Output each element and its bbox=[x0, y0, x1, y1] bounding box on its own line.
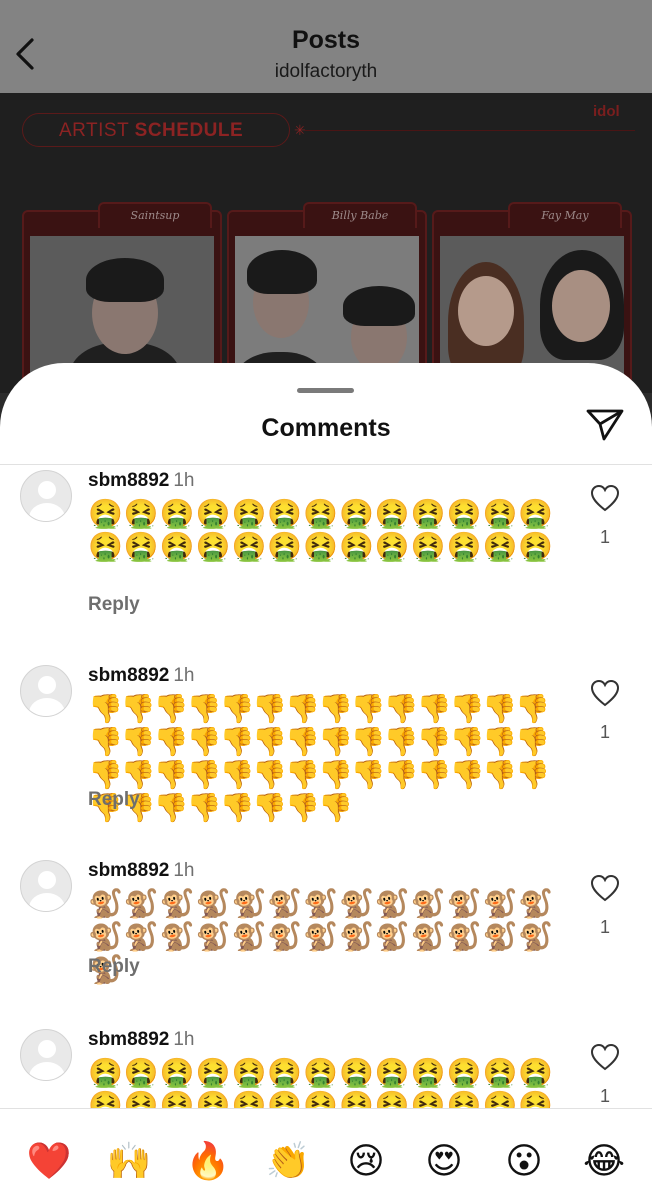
page-title: Posts bbox=[291, 26, 361, 54]
comment-text: 🤮🤮🤮🤮🤮🤮🤮🤮🤮🤮🤮🤮🤮🤮🤮🤮🤮🤮🤮🤮🤮🤮🤮🤮🤮🤮 bbox=[88, 498, 555, 562]
surprised-emoji-button[interactable]: 😮 bbox=[498, 1135, 550, 1187]
like-count: 1 bbox=[599, 527, 610, 547]
red-heart-emoji-button[interactable]: ❤️ bbox=[23, 1135, 75, 1187]
heart-outline-icon[interactable] bbox=[590, 1043, 620, 1071]
reply-button[interactable]: Reply bbox=[88, 956, 140, 978]
fire-emoji-button[interactable]: 🔥 bbox=[182, 1135, 234, 1187]
comment-time: 1h bbox=[173, 470, 195, 491]
comment-username[interactable]: sbm8892 bbox=[88, 860, 169, 881]
laughing-emoji-button[interactable]: 😂 bbox=[578, 1135, 630, 1187]
crying-emoji-button[interactable]: 😢 bbox=[340, 1135, 392, 1187]
comment-username[interactable]: sbm8892 bbox=[88, 665, 169, 686]
comment-header: sbm8892 1h bbox=[88, 470, 194, 492]
clapping-emoji-button[interactable]: 👏 bbox=[262, 1135, 314, 1187]
default-avatar-icon[interactable] bbox=[20, 1029, 72, 1081]
schedule-banner: ARTIST SCHEDULE bbox=[22, 113, 290, 147]
reply-button[interactable]: Reply bbox=[88, 594, 140, 616]
like-count: 1 bbox=[599, 722, 610, 742]
divider-line bbox=[305, 130, 635, 131]
comment-header: sbm8892 1h bbox=[88, 1029, 194, 1051]
schedule-prefix: ARTIST bbox=[59, 120, 129, 141]
schedule-bold: SCHEDULE bbox=[134, 120, 244, 141]
reaction-bar: ❤️ 🙌 🔥 👏 😢 😍 😮 😂 bbox=[0, 1108, 652, 1201]
comment-text: 👎👎👎👎👎👎👎👎👎👎👎👎👎👎👎👎👎👎👎👎👎👎👎👎👎👎👎👎👎👎👎👎👎👎👎👎👎👎👎👎… bbox=[88, 693, 550, 823]
send-icon[interactable] bbox=[584, 407, 626, 443]
divider bbox=[0, 464, 652, 465]
heart-eyes-emoji-button[interactable]: 😍 bbox=[418, 1135, 470, 1187]
default-avatar-icon[interactable] bbox=[20, 665, 72, 717]
brand-logo: idol bbox=[593, 103, 620, 120]
heart-outline-icon[interactable] bbox=[590, 874, 620, 902]
comment-time: 1h bbox=[173, 860, 195, 881]
raising-hands-emoji-button[interactable]: 🙌 bbox=[103, 1135, 155, 1187]
artist-card-name: Fay May bbox=[508, 202, 622, 228]
default-avatar-icon[interactable] bbox=[20, 470, 72, 522]
like-count: 1 bbox=[599, 917, 610, 937]
like-count: 1 bbox=[599, 1086, 610, 1106]
comments-sheet: Comments sbm8892 1h 🤮🤮🤮🤮🤮🤮🤮🤮🤮🤮🤮🤮🤮🤮🤮🤮🤮🤮🤮🤮🤮… bbox=[0, 363, 652, 1200]
heart-outline-icon[interactable] bbox=[590, 679, 620, 707]
comment-item: sbm8892 1h 🐒🐒🐒🐒🐒🐒🐒🐒🐒🐒🐒🐒🐒🐒🐒🐒🐒🐒🐒🐒🐒🐒🐒🐒🐒🐒🐒 Re… bbox=[0, 860, 652, 985]
artist-card-name: Saintsup bbox=[98, 202, 212, 228]
drag-handle[interactable] bbox=[297, 388, 354, 393]
star-icon: ✳ bbox=[294, 122, 306, 138]
brand-logo-text: idol bbox=[593, 103, 620, 120]
comment-text: 🐒🐒🐒🐒🐒🐒🐒🐒🐒🐒🐒🐒🐒🐒🐒🐒🐒🐒🐒🐒🐒🐒🐒🐒🐒🐒🐒 bbox=[88, 888, 555, 985]
post-image[interactable]: ARTIST SCHEDULE ✳ idol Saintsup Billy Ba… bbox=[0, 93, 652, 393]
comment-username[interactable]: sbm8892 bbox=[88, 1029, 169, 1050]
comment-header: sbm8892 1h bbox=[88, 860, 194, 882]
heart-outline-icon[interactable] bbox=[590, 484, 620, 512]
default-avatar-icon[interactable] bbox=[20, 860, 72, 912]
comment-item: sbm8892 1h 🤮🤮🤮🤮🤮🤮🤮🤮🤮🤮🤮🤮🤮🤮🤮🤮🤮🤮🤮🤮🤮🤮🤮🤮🤮🤮 Rep… bbox=[0, 470, 652, 620]
top-bar: Posts idolfactoryth bbox=[0, 0, 652, 93]
reply-button[interactable]: Reply bbox=[88, 789, 140, 811]
comment-header: sbm8892 1h bbox=[88, 665, 194, 687]
artist-card-name: Billy Babe bbox=[303, 202, 417, 228]
comment-time: 1h bbox=[173, 665, 195, 686]
account-name[interactable]: idolfactoryth bbox=[0, 61, 652, 83]
comment-username[interactable]: sbm8892 bbox=[88, 470, 169, 491]
comment-item: sbm8892 1h 👎👎👎👎👎👎👎👎👎👎👎👎👎👎👎👎👎👎👎👎👎👎👎👎👎👎👎👎👎👎… bbox=[0, 665, 652, 823]
sheet-title: Comments bbox=[261, 414, 391, 442]
comment-time: 1h bbox=[173, 1029, 195, 1050]
